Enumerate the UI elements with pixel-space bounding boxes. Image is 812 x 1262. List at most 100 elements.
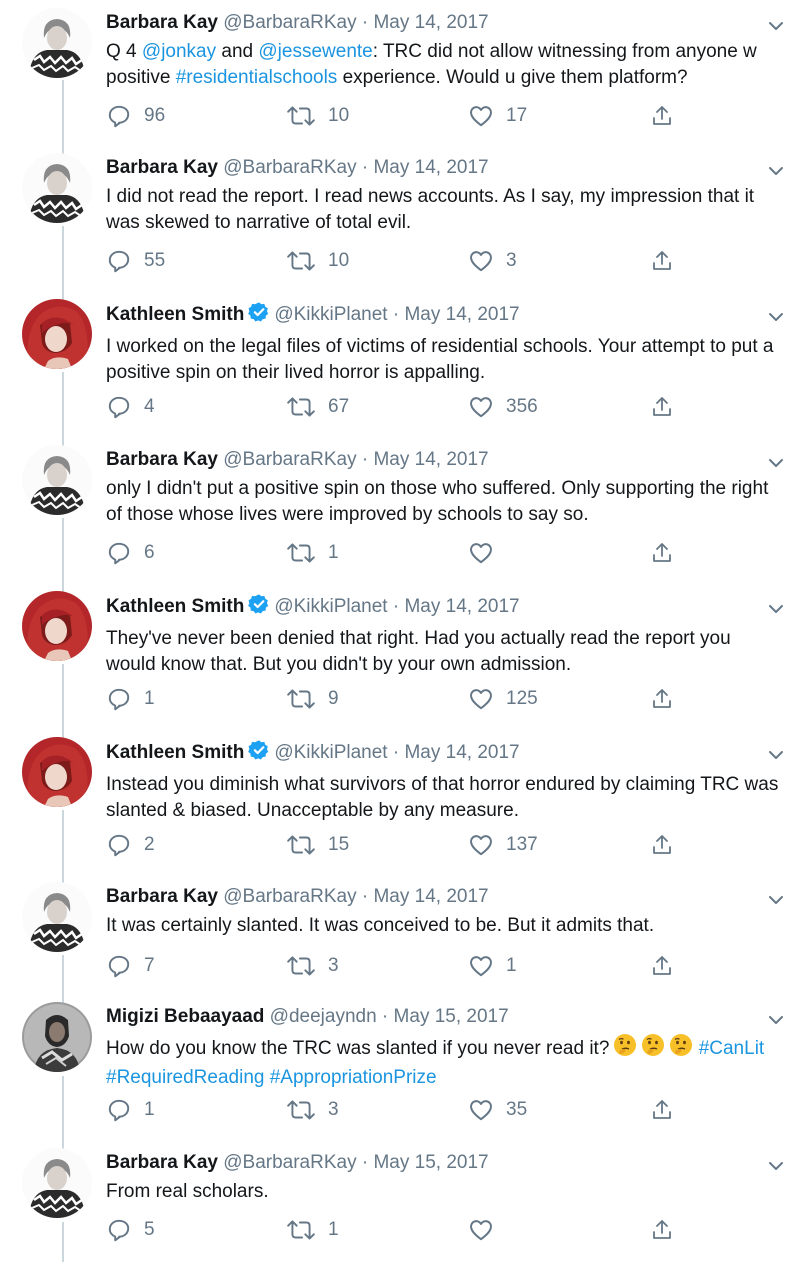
chevron-down-icon[interactable]: [768, 1158, 783, 1170]
reply-button[interactable]: 1: [106, 1096, 155, 1124]
reply-count: 96: [144, 105, 166, 126]
share-button[interactable]: [650, 539, 674, 567]
like-button[interactable]: 17: [468, 102, 527, 130]
tweet-date[interactable]: May 14, 2017: [404, 596, 519, 617]
tweet-date[interactable]: May 15, 2017: [373, 1152, 488, 1173]
avatar[interactable]: [22, 445, 92, 515]
avatar[interactable]: [22, 153, 92, 223]
reply-button[interactable]: 96: [106, 102, 165, 130]
like-button[interactable]: 125: [468, 685, 538, 713]
avatar[interactable]: [22, 591, 92, 661]
author-handle[interactable]: @BarbaraRKay: [223, 157, 356, 178]
author-name[interactable]: Kathleen Smith: [106, 742, 244, 763]
like-button[interactable]: 1: [468, 952, 517, 980]
tweet-actions: 51: [106, 1216, 782, 1244]
chevron-down-icon[interactable]: [768, 163, 783, 175]
share-button[interactable]: [650, 247, 674, 275]
reply-button[interactable]: 1: [106, 685, 155, 713]
author-handle[interactable]: @BarbaraRKay: [223, 12, 356, 33]
author-name[interactable]: Barbara Kay: [106, 1152, 218, 1173]
share-button[interactable]: [650, 685, 674, 713]
reply-icon: [106, 1217, 132, 1243]
avatar[interactable]: [22, 882, 92, 952]
share-button[interactable]: [650, 102, 674, 130]
author-name[interactable]: Barbara Kay: [106, 449, 218, 470]
like-count: 35: [506, 1099, 528, 1120]
tweet-link[interactable]: @jessewente: [258, 41, 372, 62]
tweet-header: Barbara Kay @BarbaraRKay · May 15, 2017: [106, 1150, 782, 1176]
chevron-down-icon[interactable]: [768, 1012, 783, 1024]
retweet-button[interactable]: 9: [286, 685, 339, 713]
author-name[interactable]: Barbara Kay: [106, 157, 218, 178]
reply-button[interactable]: 7: [106, 952, 155, 980]
author-handle[interactable]: @KikkiPlanet: [274, 304, 387, 325]
tweet-date[interactable]: May 15, 2017: [394, 1006, 509, 1027]
tweet-date[interactable]: May 14, 2017: [373, 449, 488, 470]
author-handle[interactable]: @BarbaraRKay: [223, 1152, 356, 1173]
share-button[interactable]: [650, 831, 674, 859]
author-handle[interactable]: @KikkiPlanet: [274, 596, 387, 617]
chevron-down-icon[interactable]: [768, 455, 783, 467]
like-button[interactable]: 35: [468, 1096, 527, 1124]
avatar[interactable]: [22, 1002, 92, 1072]
share-button[interactable]: [650, 1216, 674, 1244]
author-handle[interactable]: @BarbaraRKay: [223, 449, 356, 470]
reply-button[interactable]: 55: [106, 247, 165, 275]
retweet-button[interactable]: 10: [286, 102, 349, 130]
reply-button[interactable]: 6: [106, 539, 155, 567]
like-button[interactable]: 137: [468, 831, 538, 859]
retweet-button[interactable]: 10: [286, 247, 349, 275]
tweet-date[interactable]: May 14, 2017: [404, 304, 519, 325]
chevron-down-icon[interactable]: [768, 309, 783, 321]
chevron-down-icon[interactable]: [768, 601, 783, 613]
tweet-text: I did not read the report. I read news a…: [106, 184, 782, 236]
tweet-link[interactable]: #residentialschools: [176, 67, 338, 88]
like-button[interactable]: [468, 1216, 506, 1244]
retweet-button[interactable]: 1: [286, 539, 339, 567]
share-button[interactable]: [650, 1096, 674, 1124]
retweet-button[interactable]: 3: [286, 1096, 339, 1124]
author-name[interactable]: Kathleen Smith: [106, 304, 244, 325]
author-name[interactable]: Kathleen Smith: [106, 596, 244, 617]
like-button[interactable]: 356: [468, 393, 538, 421]
share-button[interactable]: [650, 952, 674, 980]
thinking-face-emoji: [669, 1033, 693, 1065]
tweet-text: only I didn't put a positive spin on tho…: [106, 476, 782, 528]
chevron-down-icon[interactable]: [768, 747, 783, 759]
reply-button[interactable]: 4: [106, 393, 155, 421]
author-name[interactable]: Barbara Kay: [106, 12, 218, 33]
author-handle[interactable]: @BarbaraRKay: [223, 886, 356, 907]
avatar[interactable]: [22, 1148, 92, 1218]
tweet-header: Kathleen Smith @KikkiPlanet · May 14, 201…: [106, 593, 782, 623]
author-handle[interactable]: @KikkiPlanet: [274, 742, 387, 763]
avatar[interactable]: [22, 299, 92, 369]
author-name[interactable]: Barbara Kay: [106, 886, 218, 907]
retweet-button[interactable]: 15: [286, 831, 349, 859]
author-handle[interactable]: @deejayndn: [270, 1006, 377, 1027]
like-button[interactable]: 3: [468, 247, 517, 275]
reply-button[interactable]: 2: [106, 831, 155, 859]
tweet-date[interactable]: May 14, 2017: [404, 742, 519, 763]
heart-icon: [468, 1217, 494, 1243]
author-name[interactable]: Migizi Bebaayaad: [106, 1006, 264, 1027]
tweet-header: Barbara Kay @BarbaraRKay · May 14, 2017: [106, 10, 782, 36]
avatar[interactable]: [22, 8, 92, 78]
retweet-button[interactable]: 1: [286, 1216, 339, 1244]
like-count: 125: [506, 688, 538, 709]
tweet-date[interactable]: May 14, 2017: [373, 157, 488, 178]
retweet-count: 1: [328, 542, 339, 563]
chevron-down-icon[interactable]: [768, 18, 783, 30]
chevron-down-icon[interactable]: [768, 892, 783, 904]
reply-count: 6: [144, 542, 155, 563]
tweet-link[interactable]: @jonkay: [142, 41, 216, 62]
heart-icon: [468, 1097, 494, 1123]
like-button[interactable]: [468, 539, 506, 567]
tweet-date[interactable]: May 14, 2017: [373, 12, 488, 33]
avatar[interactable]: [22, 737, 92, 807]
share-button[interactable]: [650, 393, 674, 421]
retweet-button[interactable]: 67: [286, 393, 349, 421]
reply-button[interactable]: 5: [106, 1216, 155, 1244]
retweet-button[interactable]: 3: [286, 952, 339, 980]
tweet-date[interactable]: May 14, 2017: [373, 886, 488, 907]
like-count: 1: [506, 955, 517, 976]
